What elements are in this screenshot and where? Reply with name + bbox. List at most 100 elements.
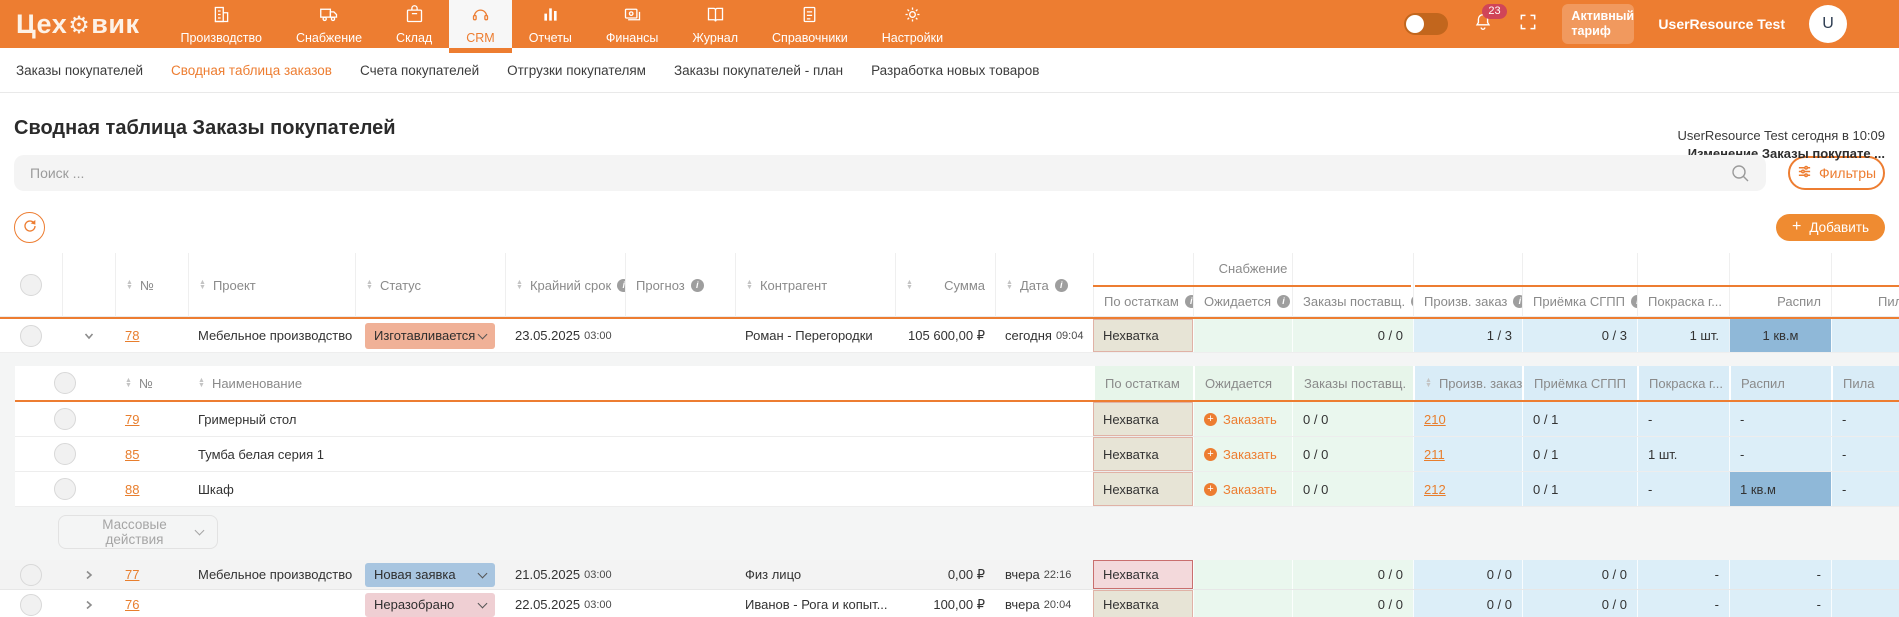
sub-col-acceptance[interactable]: Приёмка СГПП xyxy=(1522,366,1637,400)
sort-icon[interactable]: ▲▼ xyxy=(198,378,205,388)
sort-icon[interactable]: ▲▼ xyxy=(516,280,523,290)
col-project[interactable]: ▲▼Проект xyxy=(188,253,355,317)
sub-col-production-order[interactable]: ▲▼Произв. заказ xyxy=(1413,366,1522,400)
refresh-button[interactable] xyxy=(14,212,45,243)
row-checkbox[interactable] xyxy=(20,594,42,616)
item-link[interactable]: 88 xyxy=(125,482,139,497)
search-row: Фильтры xyxy=(14,155,1885,191)
avatar[interactable]: U xyxy=(1809,5,1847,43)
sort-icon[interactable]: ▲▼ xyxy=(1006,280,1013,290)
col-status[interactable]: ▲▼Статус xyxy=(355,253,505,317)
production-order-link[interactable]: 211 xyxy=(1424,447,1445,462)
tab-orders-pivot[interactable]: Сводная таблица заказов xyxy=(157,63,346,78)
info-icon[interactable]: i xyxy=(691,279,704,292)
sub-col-expected[interactable]: Ожидается xyxy=(1193,366,1292,400)
collapse-row-button[interactable] xyxy=(62,319,115,352)
production-order-link[interactable]: 210 xyxy=(1424,412,1446,427)
notifications-button[interactable]: 23 xyxy=(1472,11,1494,38)
info-icon[interactable]: i xyxy=(1055,279,1068,292)
top-navbar: Цех⚙вик Производство Снабжение Склад CRM… xyxy=(0,0,1899,48)
item-link[interactable]: 79 xyxy=(125,412,139,427)
item-link[interactable]: 85 xyxy=(125,447,139,462)
info-icon[interactable]: i xyxy=(1513,295,1522,308)
sort-icon[interactable]: ▲▼ xyxy=(746,280,753,290)
plus-circle-icon: + xyxy=(1204,483,1217,496)
search-input[interactable] xyxy=(14,155,1766,191)
row-checkbox[interactable] xyxy=(54,478,76,500)
order-link[interactable]: 77 xyxy=(125,567,139,582)
sub-col-stock[interactable]: По остаткам xyxy=(1093,366,1193,400)
info-icon[interactable]: i xyxy=(1185,295,1193,308)
cell-counterparty: Физ лицо xyxy=(735,560,895,589)
row-checkbox[interactable] xyxy=(20,325,42,347)
order-action-button[interactable]: +Заказать xyxy=(1204,447,1277,462)
nav-item-warehouse[interactable]: Склад xyxy=(379,0,449,48)
select-all-checkbox[interactable] xyxy=(20,274,42,296)
nav-item-production[interactable]: Производство xyxy=(163,0,279,48)
filters-label: Фильтры xyxy=(1819,165,1876,181)
sub-col-supplier-orders[interactable]: Заказы поставщ. xyxy=(1292,366,1413,400)
sort-icon[interactable]: ▲▼ xyxy=(1425,378,1432,388)
sub-select-all-checkbox[interactable] xyxy=(54,372,76,394)
tab-new-products[interactable]: Разработка новых товаров xyxy=(857,63,1053,78)
cell-painting: - xyxy=(1637,402,1729,436)
col-forecast[interactable]: Прогнозi xyxy=(625,253,735,317)
col-number[interactable]: ▲▼№ xyxy=(115,253,188,317)
sort-icon[interactable]: ▲▼ xyxy=(366,280,373,290)
nav-item-journal[interactable]: Журнал xyxy=(675,0,755,48)
order-link[interactable]: 76 xyxy=(125,597,139,612)
nav-item-reports[interactable]: Отчеты xyxy=(512,0,589,48)
col-counterparty[interactable]: ▲▼Контрагент xyxy=(735,253,895,317)
tab-customer-orders[interactable]: Заказы покупателей xyxy=(2,63,157,78)
sub-col-cutting[interactable]: Распил xyxy=(1729,366,1831,400)
order-link[interactable]: 78 xyxy=(125,328,139,343)
info-icon[interactable]: i xyxy=(1277,295,1290,308)
expand-row-button[interactable] xyxy=(62,560,115,589)
cell-status: Изготавливается xyxy=(355,319,505,352)
col-deadline[interactable]: ▲▼Крайний срокi xyxy=(505,253,625,317)
fullscreen-button[interactable] xyxy=(1518,12,1538,37)
nav-item-supply[interactable]: Снабжение xyxy=(279,0,379,48)
sort-icon[interactable]: ▲▼ xyxy=(125,378,132,388)
tab-customer-invoices[interactable]: Счета покупателей xyxy=(346,63,493,78)
search-icon[interactable] xyxy=(1730,163,1750,188)
tab-customer-shipments[interactable]: Отгрузки покупателям xyxy=(493,63,660,78)
active-tariff-button[interactable]: Активный тариф xyxy=(1562,4,1634,44)
cell-saw xyxy=(1831,319,1899,352)
row-checkbox[interactable] xyxy=(54,443,76,465)
sub-col-painting[interactable]: Покраска г... xyxy=(1637,366,1729,400)
add-button[interactable]: + Добавить xyxy=(1776,214,1885,241)
col-sum[interactable]: ▲▼Сумма xyxy=(895,253,995,317)
production-order-link[interactable]: 212 xyxy=(1424,482,1446,497)
nav-item-settings[interactable]: Настройки xyxy=(865,0,960,48)
status-dropdown[interactable]: Изготавливается xyxy=(365,323,495,349)
status-dropdown[interactable]: Новая заявка xyxy=(365,563,495,587)
row-checkbox[interactable] xyxy=(54,408,76,430)
order-action-button[interactable]: +Заказать xyxy=(1204,412,1277,427)
info-icon[interactable]: i xyxy=(617,279,625,292)
add-button-label: Добавить xyxy=(1809,220,1869,235)
sort-icon[interactable]: ▲▼ xyxy=(906,280,913,290)
nav-item-finance[interactable]: Финансы xyxy=(589,0,675,48)
sub-col-saw[interactable]: Пила xyxy=(1831,366,1899,400)
subtable-row-item-85: 85 Тумба белая серия 1 Нехватка +Заказат… xyxy=(15,437,1899,472)
app-logo[interactable]: Цех⚙вик xyxy=(0,0,163,48)
nav-item-directories[interactable]: Справочники xyxy=(755,0,865,48)
cell-project xyxy=(188,590,355,617)
order-action-button[interactable]: +Заказать xyxy=(1204,482,1277,497)
sort-icon[interactable]: ▲▼ xyxy=(199,280,206,290)
bulk-actions-dropdown[interactable]: Массовые действия xyxy=(58,515,218,549)
status-dropdown[interactable]: Неразобрано xyxy=(365,593,495,617)
col-date[interactable]: ▲▼Датаi xyxy=(995,253,1093,317)
cell-expected xyxy=(1193,319,1292,352)
sort-icon[interactable]: ▲▼ xyxy=(126,280,133,290)
sub-col-name[interactable]: ▲▼Наименование xyxy=(188,366,1093,400)
row-checkbox-cell xyxy=(0,560,62,589)
row-checkbox[interactable] xyxy=(20,564,42,586)
nav-item-crm[interactable]: CRM xyxy=(449,0,511,48)
expand-row-button[interactable] xyxy=(62,590,115,617)
theme-toggle[interactable] xyxy=(1404,13,1448,35)
bar-chart-icon xyxy=(540,4,561,28)
tab-orders-plan[interactable]: Заказы покупателей - план xyxy=(660,63,857,78)
sub-col-number[interactable]: ▲▼№ xyxy=(115,366,188,400)
